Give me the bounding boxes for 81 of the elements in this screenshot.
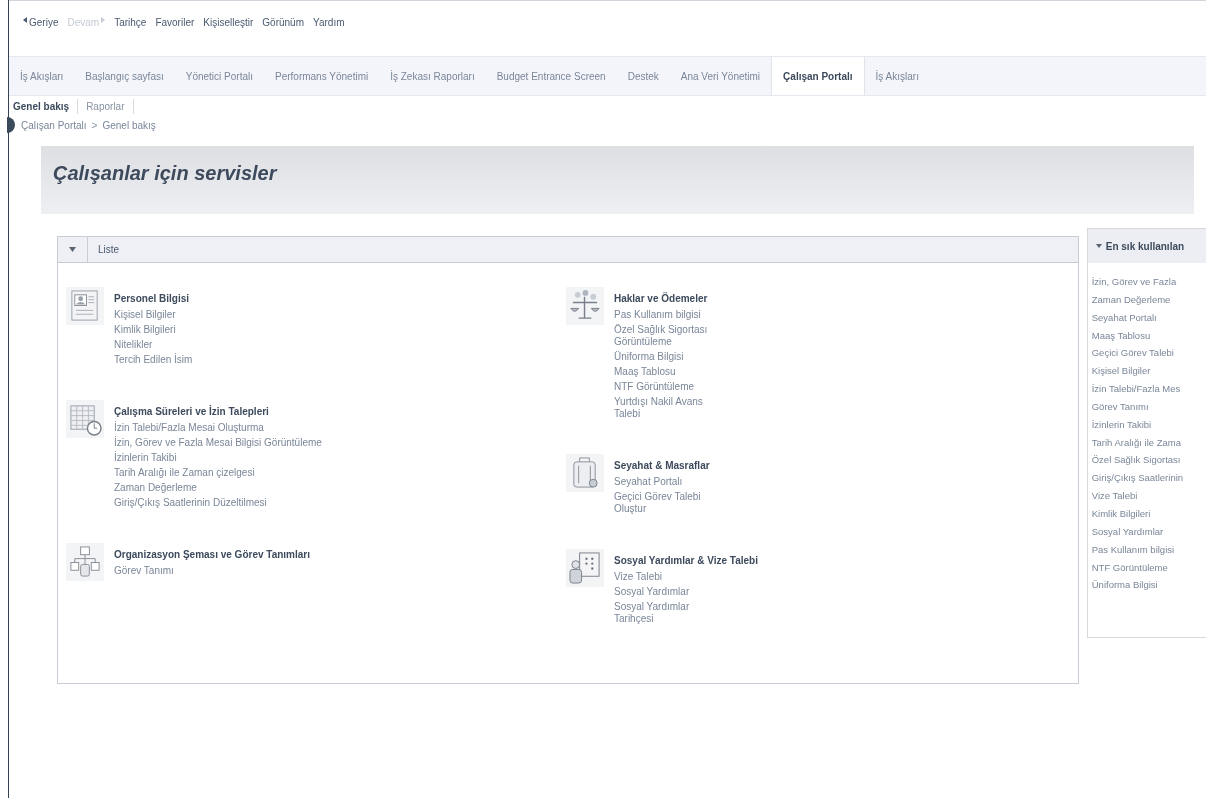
service-link[interactable]: İzin, Görev ve Fazla Mesai Bilgisi Görüntüleme [114, 437, 322, 449]
group-title: Sosyal Yardımlar & Vize Talebi [614, 554, 758, 568]
favorite-link[interactable]: Tarih Aralığı ile Zama [1091, 435, 1181, 450]
service-link[interactable]: Vize Talebi [614, 571, 724, 583]
tab[interactable]: İş Zekası Raporları [379, 57, 486, 95]
group-icon [566, 549, 604, 587]
group-icon [66, 400, 104, 438]
service-link[interactable]: Sosyal Yardımlar [614, 586, 724, 598]
service-link[interactable]: Kimlik Bilgileri [114, 324, 193, 336]
tab[interactable]: Başlangıç sayfası [74, 57, 175, 95]
service-link[interactable]: Tarih Aralığı ile Zaman çizelgesi [114, 467, 322, 479]
service-link[interactable]: Pas Kullanım bilgisi [614, 309, 724, 321]
favorite-link[interactable]: İzin, Görev ve Fazla [1091, 275, 1177, 290]
favorite-link[interactable]: Geçici Görev Talebi [1091, 346, 1174, 361]
panel-title: Liste [98, 243, 120, 257]
tab[interactable]: İş Akışları [9, 57, 75, 95]
favorite-link[interactable]: Seyahat Portalı [1091, 310, 1157, 325]
group-icon [566, 287, 604, 325]
arrow-icon [101, 16, 106, 23]
service-link[interactable]: Geçici Görev Talebi Oluştur [614, 491, 724, 515]
menu-link[interactable]: Görünüm [262, 15, 304, 30]
tab[interactable]: İş Akışları [864, 57, 930, 95]
favorite-link[interactable]: NTF Görüntüleme [1091, 560, 1168, 575]
group-title: Personel Bilgisi [114, 292, 191, 306]
tab[interactable]: Destek [616, 57, 670, 95]
group-icon [66, 287, 104, 325]
favorite-link[interactable]: Pas Kullanım bilgisi [1091, 542, 1175, 557]
tab[interactable]: Ana Veri Yönetimi [669, 57, 772, 95]
favorite-link[interactable]: İzin Talebi/Fazla Mes [1091, 382, 1181, 397]
service-link[interactable]: Giriş/Çıkış Saatlerinin Düzeltilmesi [114, 497, 322, 509]
group-title: Çalışma Süreleri ve İzin Talepleri [114, 404, 270, 419]
breadcrumb-link[interactable]: Genel bakış [102, 117, 156, 133]
group-title: Haklar ve Ödemeler [614, 291, 709, 306]
breadcrumb-separator: > [91, 118, 98, 133]
group-title: Organizasyon Şeması ve Görev Tanımları [114, 548, 310, 562]
service-link[interactable]: İzinlerin Takibi [114, 452, 322, 464]
service-link[interactable]: Görev Tanımı [114, 565, 310, 577]
service-link[interactable]: Kişisel Bilgiler [114, 309, 193, 321]
sub-tab[interactable]: Genel bakış [9, 98, 79, 114]
service-link[interactable]: Özel Sağlık Sigortası Görüntüleme [614, 324, 724, 348]
favorite-link[interactable]: İzinlerin Takibi [1091, 417, 1152, 432]
menu-link[interactable]: Geriye [23, 15, 59, 30]
service-link[interactable]: Üniforma Bilgisi [614, 351, 724, 363]
favorite-link[interactable]: Kişisel Bilgiler [1091, 364, 1151, 379]
service-link[interactable]: Zaman Değerleme [114, 482, 322, 494]
service-link[interactable]: NTF Görüntüleme [614, 381, 724, 393]
group-icon [566, 454, 604, 492]
arrow-icon [23, 16, 27, 23]
menu-link[interactable]: Tarihçe [114, 15, 147, 30]
service-link[interactable]: Nitelikler [114, 339, 193, 351]
favorite-link[interactable]: Görev Tanımı [1091, 399, 1149, 415]
service-link[interactable]: Seyahat Portalı [614, 476, 724, 488]
service-link[interactable]: Sosyal Yardımlar Tarihçesi [614, 601, 724, 625]
caret-icon [69, 247, 76, 252]
tab[interactable]: Performans Yönetimi [264, 57, 380, 95]
sub-tab[interactable]: Raporlar [78, 98, 134, 114]
menu-link[interactable]: Yardım [313, 15, 345, 30]
navigation-toggle[interactable] [7, 117, 15, 133]
service-link[interactable]: Maaş Tablosu [614, 366, 724, 378]
caret-icon [1095, 244, 1102, 248]
menu-link[interactable]: Kişiselleştir [203, 15, 254, 30]
favorite-link[interactable]: Kimlik Bilgileri [1091, 506, 1151, 522]
service-link[interactable]: Tercih Edilen İsim [114, 354, 193, 366]
favorite-link[interactable]: Maaş Tablosu [1091, 328, 1151, 343]
tab[interactable]: Çalışan Portalı [771, 57, 865, 95]
favorite-link[interactable]: Vize Talebi [1091, 489, 1138, 504]
breadcrumb-link[interactable]: Çalışan Portalı [21, 117, 87, 133]
service-link[interactable]: İzin Talebi/Fazla Mesai Oluşturma [114, 422, 322, 434]
menu-link[interactable]: Favoriler [155, 15, 195, 30]
favorite-link[interactable]: Giriş/Çıkış Saatlerinin [1091, 471, 1184, 486]
favorite-link[interactable]: Üniforma Bilgisi [1091, 578, 1158, 593]
panel-title: En sık kullanılan [1105, 239, 1185, 254]
group-title: Seyahat & Masraflar [614, 459, 711, 473]
group-icon [66, 543, 104, 581]
tab[interactable]: Budget Entrance Screen [485, 57, 617, 95]
service-link[interactable]: Yurtdışı Nakil Avans Talebi [614, 396, 724, 420]
favorite-link[interactable]: Zaman Değerleme [1091, 292, 1171, 308]
favorite-link[interactable]: Özel Sağlık Sigortası [1091, 453, 1181, 468]
favorite-link[interactable]: Sosyal Yardımlar [1091, 524, 1164, 540]
page-title: Çalışanlar için servisler [53, 161, 279, 186]
tab[interactable]: Yönetici Portalı [174, 57, 264, 95]
